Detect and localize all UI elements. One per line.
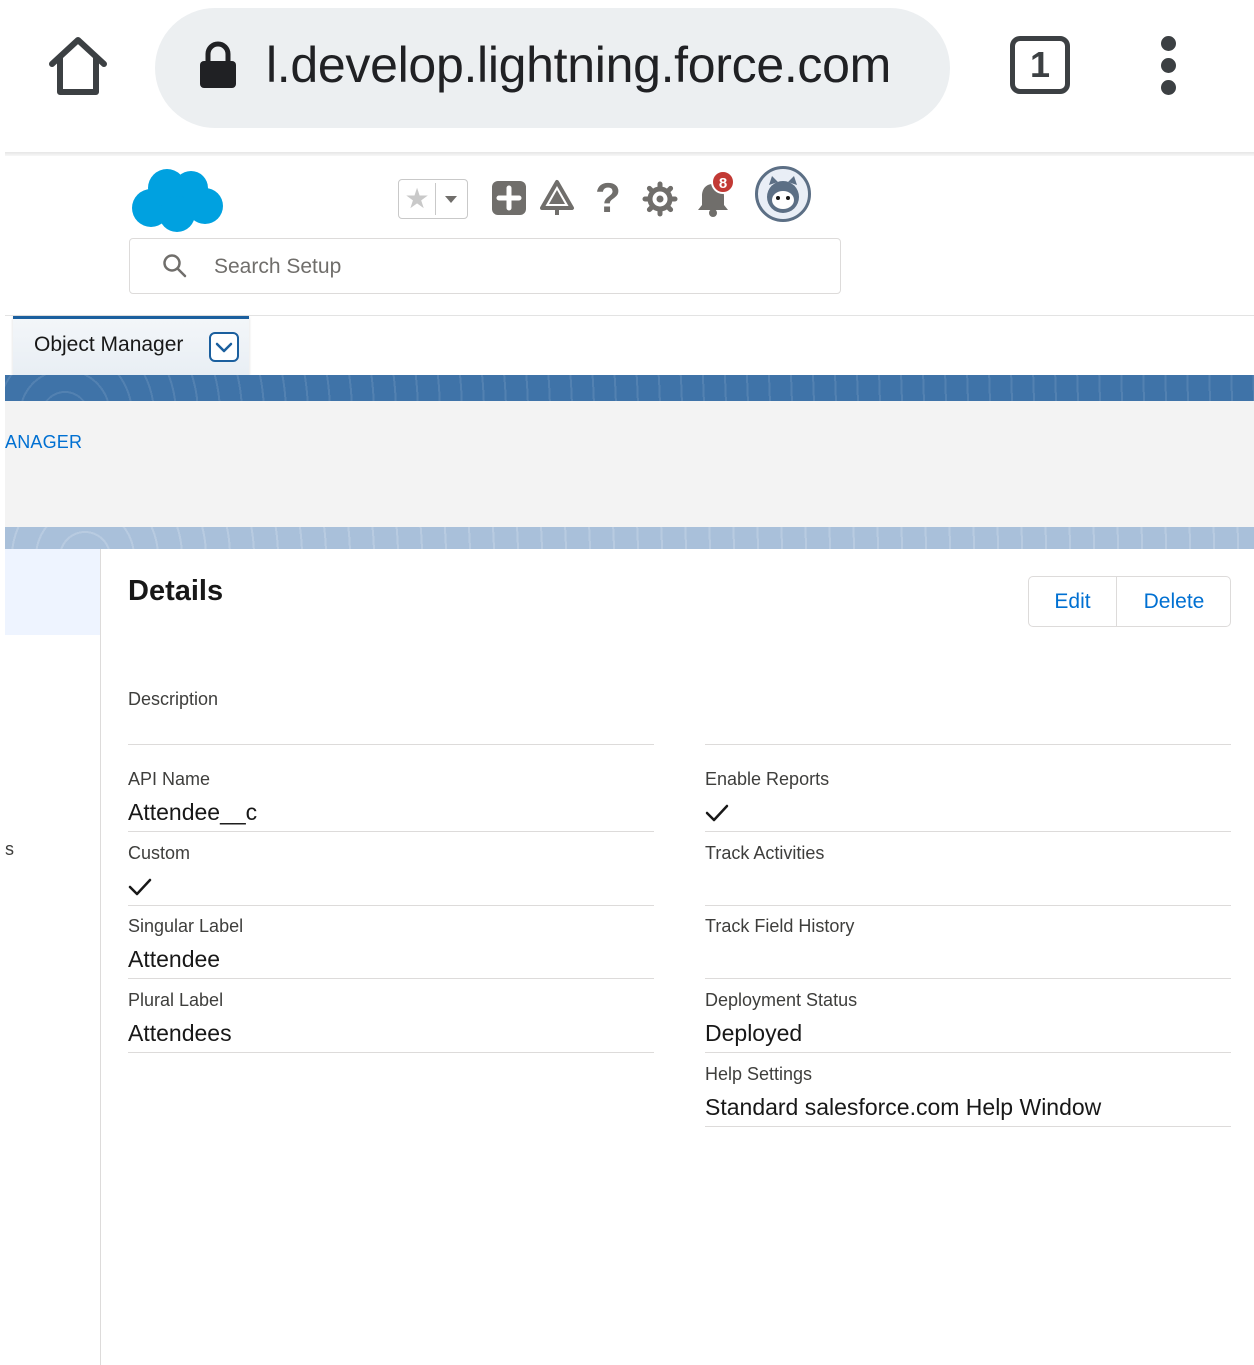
tab-switcher-button[interactable]: 1	[1010, 36, 1070, 94]
url-text[interactable]: l.develop.lightning.force.com	[266, 32, 891, 98]
field-track-activities: Track Activities	[705, 839, 1231, 906]
field-value: Attendee	[128, 946, 221, 972]
field-singular-label: Singular Label Attendee	[128, 912, 654, 979]
trailhead-icon[interactable]	[539, 178, 575, 218]
breadcrumb[interactable]: ANAGER	[5, 432, 82, 453]
lock-icon	[200, 41, 236, 88]
details-button-group: Edit Delete	[1028, 576, 1231, 627]
page-header-area: ANAGER	[5, 401, 1254, 527]
field-value: Attendees	[128, 1020, 232, 1046]
field-plural-label: Plural Label Attendees	[128, 986, 654, 1053]
checkmark-icon	[128, 878, 152, 896]
header-banner	[5, 375, 1254, 401]
field-deployment-status: Deployment Status Deployed	[705, 986, 1231, 1053]
field-custom: Custom	[128, 839, 654, 906]
tab-object-manager-label: Object Manager	[34, 333, 184, 356]
salesforce-cloud-logo[interactable]	[129, 166, 225, 234]
field-value: Attendee__c	[128, 799, 258, 825]
setup-gear-icon[interactable]	[642, 178, 678, 218]
object-sidebar: s	[5, 549, 101, 1365]
field-label: Deployment Status	[705, 990, 858, 1010]
setup-context-nav: Object Manager	[5, 316, 1254, 376]
chevron-down-icon[interactable]	[209, 332, 239, 362]
field-enable-reports: Enable Reports	[705, 765, 1231, 832]
astro-avatar-icon	[767, 176, 799, 213]
field-value: Deployed	[705, 1020, 803, 1046]
field-label: Enable Reports	[705, 769, 830, 789]
field-label: Track Activities	[705, 843, 825, 863]
field-description: Description	[128, 685, 654, 745]
user-avatar[interactable]	[755, 166, 811, 222]
field-label: Singular Label	[128, 916, 244, 936]
field-label: Track Field History	[705, 916, 855, 936]
field-label: Custom	[128, 843, 191, 863]
sidebar-item-partial[interactable]: s	[5, 839, 14, 860]
global-header: ★ ? 8	[5, 156, 1254, 316]
global-actions-icon[interactable]	[491, 178, 527, 218]
browser-toolbar: l.develop.lightning.force.com 1	[0, 0, 1254, 140]
delete-button[interactable]: Delete	[1117, 577, 1231, 626]
field-label: API Name	[128, 769, 211, 789]
field-label: Description	[128, 689, 219, 709]
search-input[interactable]	[214, 253, 814, 281]
search-icon	[163, 254, 187, 278]
edit-button[interactable]: Edit	[1029, 577, 1117, 626]
help-icon[interactable]: ?	[590, 177, 626, 219]
field-label: Help Settings	[705, 1064, 813, 1084]
field-help-settings: Help Settings Standard salesforce.com He…	[705, 1060, 1231, 1127]
favorites-group: ★	[398, 179, 468, 219]
field-top-divider	[705, 744, 1231, 745]
header-banner-bottom	[5, 527, 1254, 549]
favorite-star-icon[interactable]: ★	[399, 180, 435, 218]
favorites-dropdown-icon[interactable]	[435, 183, 465, 215]
details-heading: Details	[128, 575, 224, 607]
home-icon[interactable]	[44, 32, 112, 100]
checkmark-icon	[705, 804, 729, 822]
field-api-name: API Name Attendee__c	[128, 765, 654, 832]
setup-search-box[interactable]	[129, 238, 841, 294]
field-value: Standard salesforce.com Help Window	[705, 1094, 1102, 1120]
notification-count-badge: 8	[711, 170, 735, 194]
sidebar-item-details[interactable]	[5, 549, 100, 635]
field-label: Plural Label	[128, 990, 224, 1010]
tab-object-manager[interactable]: Object Manager	[13, 316, 249, 376]
field-track-field-history: Track Field History	[705, 912, 1231, 979]
browser-menu-icon[interactable]	[1155, 36, 1181, 96]
